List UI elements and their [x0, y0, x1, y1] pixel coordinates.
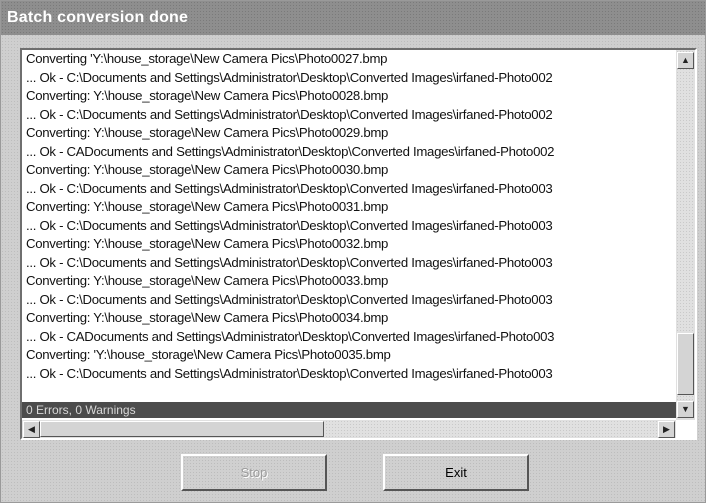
log-line: ... Ok - C:\Documents and Settings\Admin… — [26, 106, 553, 122]
exit-button-label: Exit — [445, 465, 467, 480]
log-line: ... Ok - C:\Documents and Settings\Admin… — [26, 180, 553, 196]
log-line: ... Ok - C:\Documents and Settings\Admin… — [26, 291, 553, 307]
log-line: ... Ok - C:\Documents and Settings\Admin… — [26, 217, 553, 233]
stop-button[interactable]: Stop — [181, 454, 327, 491]
log-line: ... Ok - CADocuments and Settings\Admini… — [26, 143, 555, 159]
window-title: Batch conversion done — [7, 9, 189, 26]
log-line: ... Ok - CADocuments and Settings\Admini… — [26, 328, 555, 344]
status-summary: 0 Errors, 0 Warnings — [22, 402, 676, 418]
log-line: ... Ok - C:\Documents and Settings\Admin… — [26, 69, 553, 85]
arrow-down-icon: ▼ — [681, 404, 690, 414]
title-bar[interactable]: Batch conversion done — [1, 1, 705, 35]
scroll-down-button[interactable]: ▼ — [677, 401, 694, 418]
log-line: Converting: Y:\house_storage\New Camera … — [26, 236, 389, 251]
log-line: ... Ok - C:\Documents and Settings\Admin… — [26, 365, 553, 381]
log-line: Converting: Y:\house_storage\New Camera … — [26, 125, 389, 140]
arrow-up-icon: ▲ — [681, 55, 690, 65]
exit-button[interactable]: Exit — [383, 454, 529, 491]
arrow-right-icon: ▶ — [663, 424, 670, 434]
log-line: Converting: Y:\house_storage\New Camera … — [26, 88, 389, 103]
scroll-up-button[interactable]: ▲ — [677, 52, 694, 69]
log-line: ... Ok - C:\Documents and Settings\Admin… — [26, 254, 553, 270]
horizontal-scroll-thumb[interactable] — [40, 421, 324, 437]
stop-button-label: Stop — [240, 465, 268, 480]
log-line: Converting: Y:\house_storage\New Camera … — [26, 162, 389, 177]
scroll-left-button[interactable]: ◀ — [23, 421, 40, 438]
conversion-log: Converting 'Y:\house_storage\New Camera … — [22, 50, 676, 400]
horizontal-scrollbar[interactable]: ◀ ▶ — [22, 420, 676, 438]
log-line: Converting: Y:\house_storage\New Camera … — [26, 310, 389, 325]
conversion-log-panel: Converting 'Y:\house_storage\New Camera … — [20, 48, 697, 440]
log-line: Converting: Y:\house_storage\New Camera … — [26, 273, 389, 288]
vertical-scrollbar[interactable]: ▲ ▼ — [676, 50, 695, 420]
batch-conversion-dialog: Batch conversion done Converting 'Y:\hou… — [0, 0, 706, 503]
log-line: Converting: 'Y:\house_storage\New Camera… — [26, 347, 391, 362]
scroll-right-button[interactable]: ▶ — [658, 421, 675, 438]
vertical-scroll-thumb[interactable] — [677, 333, 694, 395]
arrow-left-icon: ◀ — [28, 424, 35, 434]
log-line: Converting 'Y:\house_storage\New Camera … — [26, 51, 388, 66]
log-line: Converting: Y:\house_storage\New Camera … — [26, 199, 389, 214]
